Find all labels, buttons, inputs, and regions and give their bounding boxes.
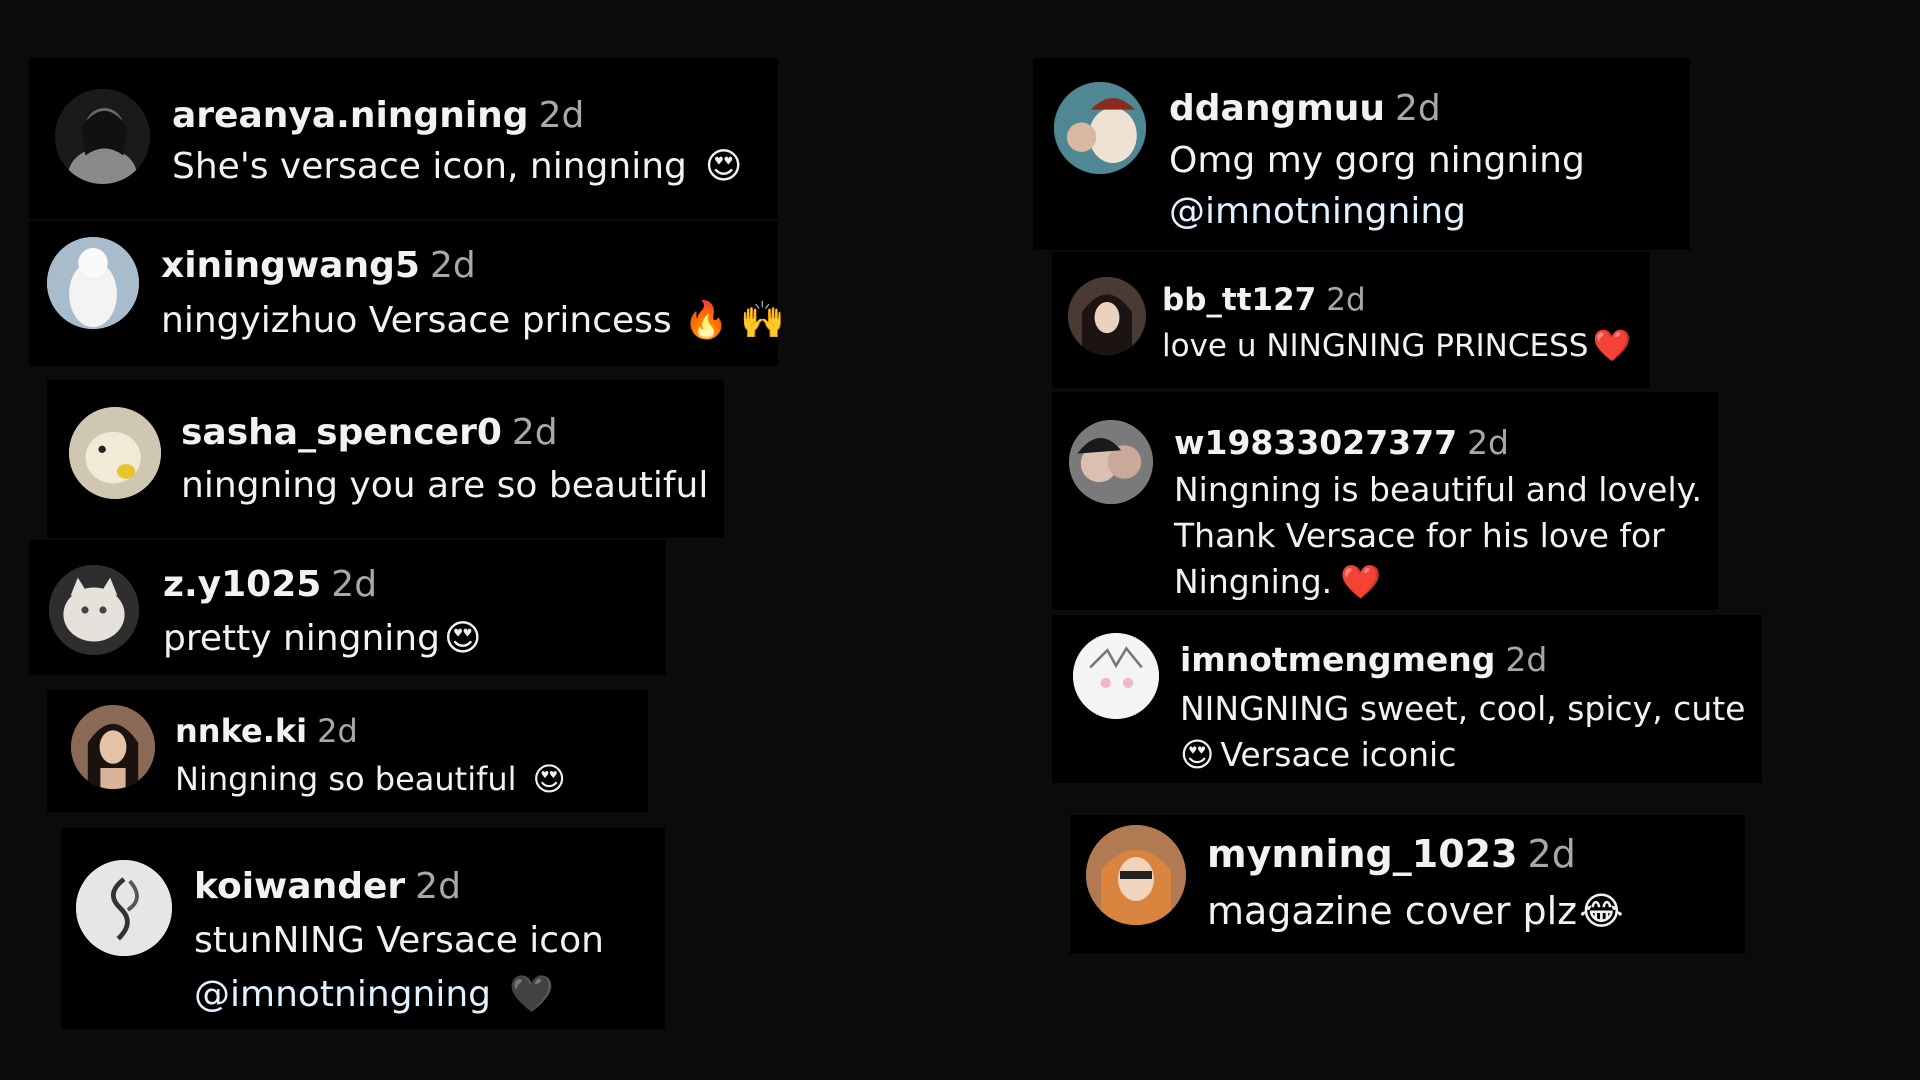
comment-card: imnotmengmeng 2d NINGNING sweet, cool, sp… bbox=[1052, 615, 1762, 783]
mention-link[interactable]: @imnotningning bbox=[194, 974, 491, 1015]
comment-text: Ningning is beautiful and lovely. bbox=[1174, 470, 1702, 509]
comment-text-content: pretty ningning bbox=[163, 618, 440, 659]
comment-header: mynning_1023 2d bbox=[1207, 835, 1576, 873]
white-pet-avatar[interactable] bbox=[47, 237, 139, 329]
laughing-tears-emoji-icon: 😂 bbox=[1579, 889, 1624, 933]
portrait-avatar[interactable] bbox=[1068, 277, 1146, 355]
black-heart-emoji-icon: 🖤 bbox=[509, 974, 554, 1015]
comment-header: w19833027377 2d bbox=[1174, 426, 1509, 459]
comment-header: bb_tt127 2d bbox=[1162, 285, 1366, 316]
comment-card: mynning_1023 2d magazine cover plz😂 bbox=[1070, 815, 1745, 954]
username[interactable]: xiningwang5 bbox=[161, 245, 420, 286]
comment-text-content: stunNING Versace icon bbox=[194, 920, 604, 961]
comment-text: She's versace icon, ningning 😍 bbox=[172, 146, 742, 187]
comment-text: ningyizhuo Versace princess 🔥 🙌 bbox=[161, 299, 785, 341]
comment-text-content: love u NINGNING PRINCESS bbox=[1162, 328, 1589, 364]
timestamp: 2d bbox=[1505, 640, 1548, 679]
comment-card: koiwander 2d stunNING Versace icon @imnot… bbox=[61, 828, 665, 1029]
comment-header: ddangmuu 2d bbox=[1169, 91, 1441, 127]
timestamp: 2d bbox=[1326, 282, 1366, 318]
timestamp: 2d bbox=[511, 412, 558, 453]
comment-text-content: Versace iconic bbox=[1220, 735, 1457, 774]
comment-card: w19833027377 2d Ningning is beautiful and… bbox=[1052, 392, 1718, 610]
comment-text-line2: @imnotningning bbox=[1169, 191, 1466, 232]
username[interactable]: nnke.ki bbox=[175, 712, 307, 750]
comment-text: pretty ningning 😍 bbox=[163, 618, 482, 659]
comment-text-content: Ningning so beautiful bbox=[175, 760, 517, 798]
couple-avatar[interactable] bbox=[1069, 420, 1153, 504]
timestamp: 2d bbox=[538, 95, 585, 136]
comment-header: imnotmengmeng 2d bbox=[1180, 643, 1547, 676]
timestamp: 2d bbox=[415, 866, 461, 907]
timestamp: 2d bbox=[1527, 832, 1576, 876]
comment-text: Omg my gorg ningning bbox=[1169, 140, 1585, 181]
comment-text: NINGNING sweet, cool, spicy, cute bbox=[1180, 689, 1745, 728]
comment-text-content: Thank Versace for his love for bbox=[1174, 516, 1665, 555]
fire-raised-hands-emoji-icon: 🔥 🙌 bbox=[683, 300, 785, 341]
heart-eyes-emoji-icon: 😍 bbox=[532, 760, 566, 798]
portrait-avatar[interactable] bbox=[71, 705, 155, 789]
comment-card: bb_tt127 2d love u NINGNING PRINCESS ❤️ bbox=[1052, 252, 1650, 388]
comment-text-content: magazine cover plz bbox=[1207, 889, 1578, 933]
comment-text-content: ningning you are so beautiful bbox=[181, 465, 709, 506]
comment-card: ddangmuu 2d Omg my gorg ningning @imnotni… bbox=[1033, 58, 1690, 250]
username[interactable]: w19833027377 bbox=[1174, 423, 1457, 462]
username[interactable]: bb_tt127 bbox=[1162, 282, 1316, 318]
red-heart-emoji-icon: ❤️ bbox=[1592, 328, 1632, 364]
timestamp: 2d bbox=[317, 712, 358, 750]
heart-eyes-emoji-icon: 😍 bbox=[704, 146, 743, 187]
comment-text-line2: 😍 Versace iconic bbox=[1180, 735, 1456, 774]
comment-header: nnke.ki 2d bbox=[175, 715, 358, 747]
heart-eyes-emoji-icon: 😍 bbox=[443, 618, 482, 659]
anime-sketch-avatar[interactable] bbox=[1073, 633, 1159, 719]
comment-text-content: Ningning is beautiful and lovely. bbox=[1174, 470, 1702, 509]
comment-header: xiningwang5 2d bbox=[161, 248, 476, 284]
comment-text-content: Ningning. bbox=[1174, 562, 1333, 601]
comment-text-line3: Ningning. ❤️ bbox=[1174, 562, 1381, 602]
cartoon-avatar[interactable] bbox=[1054, 82, 1146, 174]
timestamp: 2d bbox=[1395, 88, 1441, 129]
username[interactable]: imnotmengmeng bbox=[1180, 640, 1495, 679]
comment-text-line2: @imnotningning 🖤 bbox=[194, 973, 554, 1015]
comment-header: areanya.ningning 2d bbox=[172, 98, 584, 134]
dog-avatar[interactable] bbox=[69, 407, 161, 499]
redhead-avatar[interactable] bbox=[1086, 825, 1186, 925]
comment-text-content: ningyizhuo Versace princess bbox=[161, 300, 672, 341]
comment-card: z.y1025 2d pretty ningning 😍 bbox=[29, 540, 666, 675]
heart-eyes-emoji-icon: 😍 bbox=[1180, 735, 1215, 774]
username[interactable]: z.y1025 bbox=[163, 564, 321, 605]
comment-header: koiwander 2d bbox=[194, 869, 461, 905]
timestamp: 2d bbox=[429, 245, 476, 286]
username[interactable]: koiwander bbox=[194, 866, 405, 907]
comment-text-content: Omg my gorg ningning bbox=[1169, 140, 1585, 181]
comment-text: ningning you are so beautiful bbox=[181, 465, 708, 506]
koi-fish-avatar[interactable] bbox=[76, 860, 172, 956]
comment-card: xiningwang5 2d ningyizhuo Versace princes… bbox=[29, 221, 785, 366]
comment-text: magazine cover plz😂 bbox=[1207, 889, 1624, 933]
portrait-bw-avatar[interactable] bbox=[55, 89, 150, 184]
comment-header: sasha_spencer0 2d bbox=[181, 415, 558, 451]
comment-text-content: She's versace icon, ningning bbox=[172, 146, 687, 187]
mention-link[interactable]: @imnotningning bbox=[1169, 191, 1466, 232]
comment-text: stunNING Versace icon bbox=[194, 920, 604, 961]
comment-text-content: NINGNING sweet, cool, spicy, cute bbox=[1180, 689, 1746, 728]
comment-card: nnke.ki 2d Ningning so beautiful 😍 bbox=[47, 690, 648, 812]
timestamp: 2d bbox=[331, 564, 378, 605]
timestamp: 2d bbox=[1467, 423, 1510, 462]
username[interactable]: ddangmuu bbox=[1169, 88, 1385, 129]
comment-card: areanya.ningning 2d She's versace icon, n… bbox=[29, 58, 778, 219]
username[interactable]: sasha_spencer0 bbox=[181, 412, 502, 453]
comment-text: love u NINGNING PRINCESS ❤️ bbox=[1162, 327, 1631, 364]
cat-avatar[interactable] bbox=[49, 565, 139, 655]
comment-card: sasha_spencer0 2d ningning you are so bea… bbox=[47, 380, 724, 538]
comment-header: z.y1025 2d bbox=[163, 567, 377, 603]
comments-collage: areanya.ningning 2d She's versace icon, n… bbox=[0, 0, 1920, 1080]
red-heart-emoji-icon: ❤️ bbox=[1340, 562, 1382, 601]
comment-text-line2: Thank Versace for his love for bbox=[1174, 516, 1665, 555]
comment-text: Ningning so beautiful 😍 bbox=[175, 760, 566, 798]
username[interactable]: areanya.ningning bbox=[172, 95, 529, 136]
username[interactable]: mynning_1023 bbox=[1207, 832, 1518, 876]
